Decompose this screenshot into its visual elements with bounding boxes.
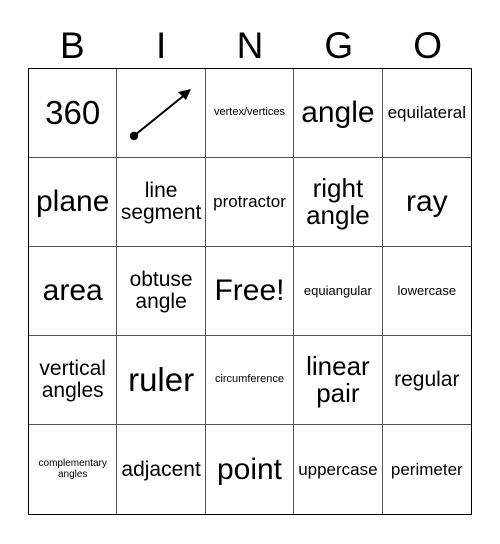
bingo-cell-label: 360 (45, 93, 101, 131)
bingo-cell-label: vertical angles (39, 357, 106, 402)
bingo-cell-label: complementary angles (38, 458, 107, 480)
header-letter-g: G (324, 24, 354, 66)
bingo-cell-label: uppercase (298, 459, 378, 479)
bingo-grid: 360 vertex/vertices angle equilateral pl… (28, 68, 472, 515)
bingo-cell[interactable]: equiangular (294, 247, 383, 336)
bingo-cell-free[interactable]: Free! (205, 247, 295, 336)
bingo-cell[interactable]: ray (382, 158, 471, 247)
bingo-cell[interactable]: linear pair (294, 336, 383, 425)
bingo-cell[interactable]: ruler (117, 336, 206, 425)
bingo-cell[interactable]: right angle (294, 158, 383, 247)
header-letter-i: I (156, 24, 167, 66)
bingo-cell[interactable]: adjacent (117, 425, 206, 514)
bingo-cell-label: lowercase (397, 283, 457, 299)
bingo-cell[interactable]: perimeter (383, 425, 471, 514)
bingo-cell[interactable]: regular (382, 336, 471, 425)
bingo-cell[interactable]: line segment (117, 158, 206, 247)
bingo-header-row: B I N G O (28, 22, 472, 68)
bingo-cell[interactable]: point (206, 425, 295, 514)
bingo-card: B I N G O 360 vertex/vertices angle equi… (0, 0, 500, 544)
bingo-cell[interactable]: vertical angles (29, 336, 118, 425)
bingo-cell-label: ray (405, 185, 448, 219)
bingo-cell[interactable] (117, 69, 206, 158)
bingo-cell-label: linear pair (306, 350, 370, 408)
bingo-cell-label: perimeter (390, 459, 463, 479)
bingo-cell-label: protractor (213, 192, 286, 212)
bingo-cell[interactable]: angle (294, 69, 383, 158)
header-letter-o: O (413, 24, 442, 66)
bingo-cell-label: obtuse angle (129, 268, 193, 313)
bingo-cell[interactable]: area (29, 247, 118, 336)
bingo-cell[interactable]: obtuse angle (117, 247, 206, 336)
bingo-cell[interactable]: plane (29, 158, 118, 247)
bingo-cell-label: ruler (128, 360, 195, 398)
bingo-cell[interactable]: equilateral (382, 69, 471, 158)
bingo-cell-label: angle (301, 96, 375, 130)
bingo-cell-label: equiangular (303, 283, 372, 299)
header-letter-n: N (236, 24, 264, 66)
bingo-cell-label: vertex/vertices (214, 106, 285, 119)
header-letter-b: B (60, 24, 85, 66)
ray-diagram-icon (121, 77, 201, 149)
bingo-cell[interactable]: complementary angles (29, 425, 118, 514)
bingo-cell-label: adjacent (121, 457, 201, 481)
bingo-cell-label: Free! (214, 274, 285, 308)
bingo-cell-label: line segment (120, 179, 202, 224)
bingo-cell[interactable]: vertex/vertices (205, 69, 295, 158)
bingo-cell-label: right angle (306, 172, 370, 230)
bingo-cell-label: point (216, 452, 283, 486)
bingo-cell-label: circumference (214, 373, 285, 386)
bingo-cell-label: area (42, 274, 103, 308)
bingo-cell[interactable]: 360 (29, 69, 118, 158)
bingo-cell[interactable]: circumference (205, 336, 295, 425)
bingo-cell-label: regular (394, 368, 460, 392)
bingo-cell-label: plane (35, 185, 110, 219)
bingo-cell[interactable]: protractor (205, 158, 295, 247)
bingo-cell[interactable]: uppercase (294, 425, 383, 514)
bingo-cell-label: equilateral (387, 103, 467, 123)
bingo-cell[interactable]: lowercase (382, 247, 471, 336)
